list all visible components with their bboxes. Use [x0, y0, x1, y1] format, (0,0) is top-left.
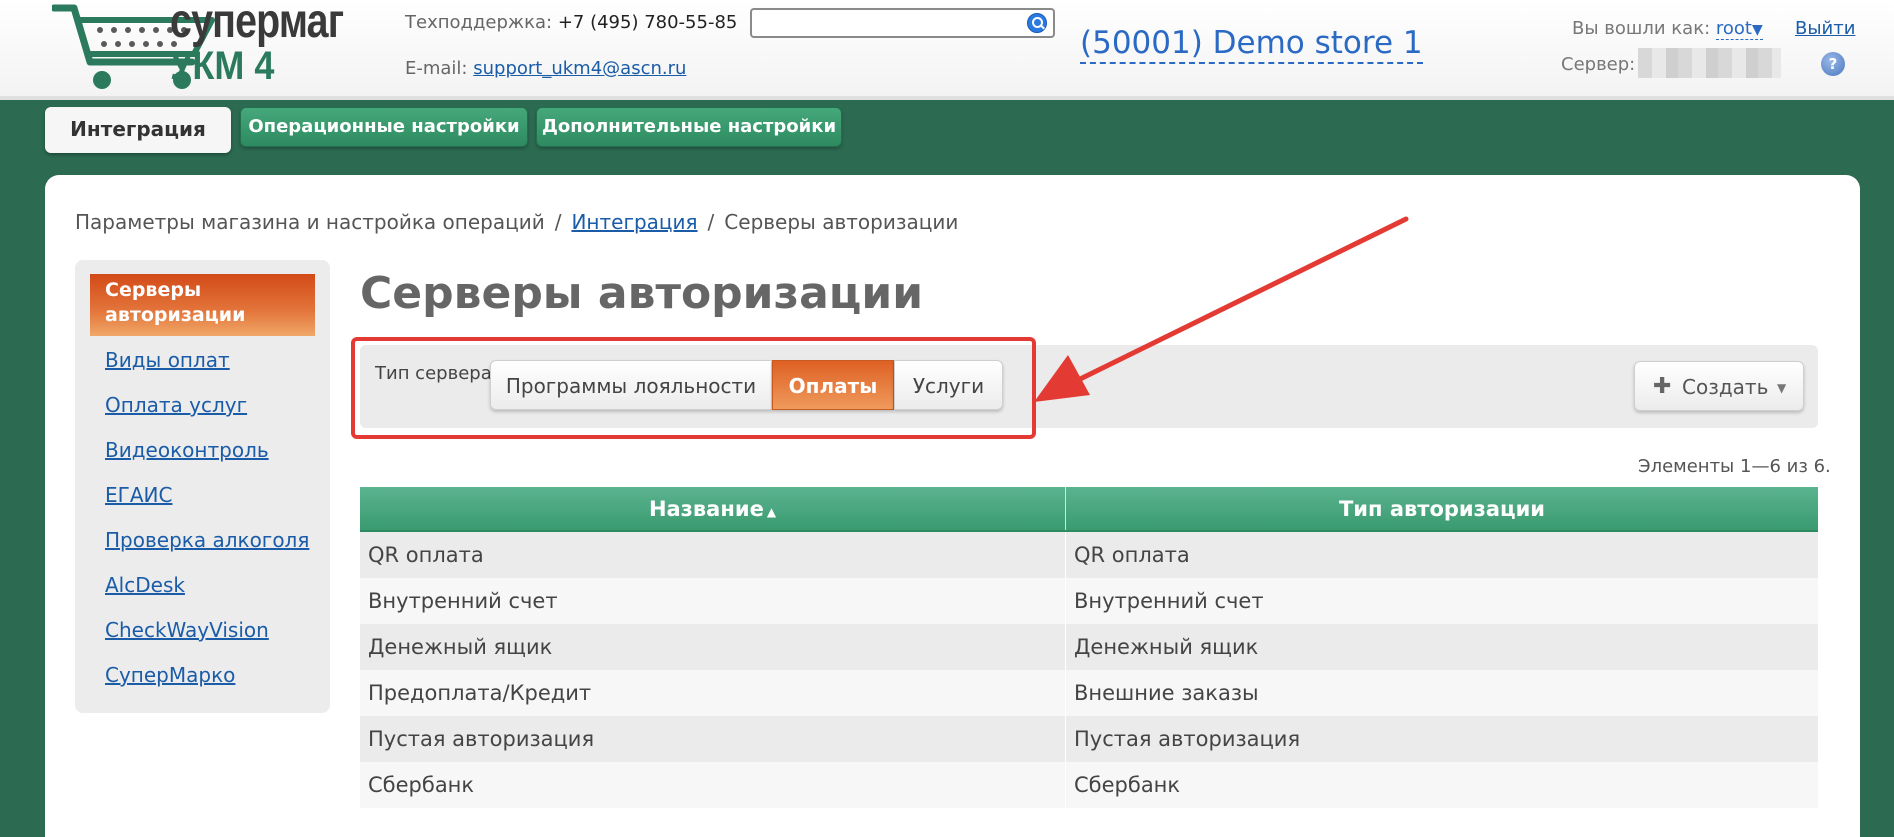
create-button-label: Создать [1682, 375, 1769, 399]
tab-integration[interactable]: Интеграция [45, 107, 231, 153]
server-label: Сервер: [1561, 54, 1636, 75]
create-button[interactable]: ✚ Создать ▼ [1634, 361, 1804, 411]
sort-asc-icon: ▲ [766, 505, 777, 519]
elements-counter: Элементы 1—6 из 6. [1638, 456, 1831, 477]
support-email-link[interactable]: support_ukm4@ascn.ru [473, 58, 686, 79]
support-label: Техподдержка: [405, 12, 553, 33]
sidebar-item-alcdesk[interactable]: AlcDesk [105, 573, 185, 597]
logout-link[interactable]: Выйти [1795, 18, 1855, 39]
sidebar-item-service-payment[interactable]: Оплата услуг [105, 393, 247, 417]
support-phone: +7 (495) 780-55-85 [557, 12, 738, 33]
sidebar-item-checkwayvision[interactable]: CheckWayVision [105, 618, 269, 642]
tab-operational-settings[interactable]: Операционные настройки [240, 107, 528, 147]
sidebar-item-egais[interactable]: ЕГАИС [105, 483, 172, 507]
column-header-name-label: Название [648, 497, 764, 521]
plus-icon: ✚ [1653, 374, 1672, 399]
cell-name: QR оплата [360, 532, 1066, 578]
user-info: Вы вошли как: root▼ [1572, 18, 1763, 40]
sidebar-item-video-control[interactable]: Видеоконтроль [105, 438, 269, 462]
table-header: Название ▲ Тип авторизации [360, 487, 1818, 532]
sidebar-item-auth-servers[interactable]: Серверы авторизации [90, 274, 315, 336]
logo-line2: УКМ 4 [170, 44, 275, 88]
breadcrumb-current: Серверы авторизации [724, 210, 959, 234]
server-value-blurred [1638, 48, 1781, 78]
user-menu[interactable]: root▼ [1715, 18, 1763, 40]
column-header-auth-type[interactable]: Тип авторизации [1066, 487, 1818, 530]
table-row[interactable]: QR оплата QR оплата [360, 532, 1818, 578]
cell-name: Сбербанк [360, 762, 1066, 808]
breadcrumb-integration-link[interactable]: Интеграция [571, 210, 697, 234]
cell-auth-type: QR оплата [1074, 543, 1190, 567]
table-row[interactable]: Денежный ящик Денежный ящик [360, 624, 1818, 670]
cell-auth-type: Внешние заказы [1074, 681, 1259, 705]
table-body: QR оплата QR оплата Внутренний счет Внутре… [360, 532, 1818, 808]
sidebar-item-payment-types[interactable]: Виды оплат [105, 348, 230, 372]
tab-additional-settings[interactable]: Дополнительные настройки [536, 107, 842, 147]
support-info: Техподдержка: +7 (495) 780-55-85 [405, 12, 737, 33]
breadcrumb-separator: / [554, 210, 562, 234]
breadcrumb-separator: / [707, 210, 715, 234]
user-name: root [1715, 18, 1752, 39]
sidebar: Серверы авторизации Виды оплат Оплата ус… [75, 260, 330, 713]
email-info: E-mail: support_ukm4@ascn.ru [405, 58, 686, 79]
logo-wordmark: супермаг УКМ 4 [170, 0, 381, 88]
search-icon[interactable] [1027, 13, 1047, 33]
app-header: супермаг УКМ 4 Техподдержка: +7 (495) 78… [0, 0, 1894, 100]
page-title: Серверы авторизации [360, 268, 924, 319]
cell-name: Внутренний счет [360, 578, 1066, 624]
sidebar-item-supermarko[interactable]: СуперМарко [105, 663, 235, 687]
cell-name: Предоплата/Кредит [360, 670, 1066, 716]
email-label: E-mail: [405, 58, 468, 79]
user-label: Вы вошли как: [1572, 18, 1711, 39]
sidebar-item-alcohol-check[interactable]: Проверка алкоголя [105, 528, 309, 552]
logo-line1: супермаг [170, 0, 344, 48]
store-selector[interactable]: (50001) Demo store 1 [1080, 24, 1423, 64]
help-icon[interactable]: ? [1821, 52, 1845, 76]
chevron-down-icon: ▼ [1777, 381, 1787, 395]
table-row[interactable]: Внутренний счет Внутренний счет [360, 578, 1818, 624]
search-input[interactable] [750, 8, 1055, 38]
cell-auth-type: Пустая авторизация [1074, 727, 1301, 751]
table-row[interactable]: Сбербанк Сбербанк [360, 762, 1818, 808]
auth-servers-table: Название ▲ Тип авторизации QR оплата QR оп… [360, 487, 1818, 808]
cell-name: Пустая авторизация [360, 716, 1066, 762]
breadcrumb-store-params: Параметры магазина и настройка операций [75, 210, 545, 234]
cell-name: Денежный ящик [360, 624, 1066, 670]
annotation-arrow-icon [1034, 216, 1409, 402]
breadcrumb: Параметры магазина и настройка операций /… [75, 210, 958, 234]
chevron-down-icon: ▼ [1751, 22, 1763, 38]
cell-auth-type: Сбербанк [1074, 773, 1181, 797]
table-row[interactable]: Предоплата/Кредит Внешние заказы [360, 670, 1818, 716]
column-header-name[interactable]: Название ▲ [360, 487, 1066, 530]
annotation-highlight-box [351, 337, 1036, 439]
cell-auth-type: Внутренний счет [1074, 589, 1264, 613]
cell-auth-type: Денежный ящик [1074, 635, 1259, 659]
table-row[interactable]: Пустая авторизация Пустая авторизация [360, 716, 1818, 762]
